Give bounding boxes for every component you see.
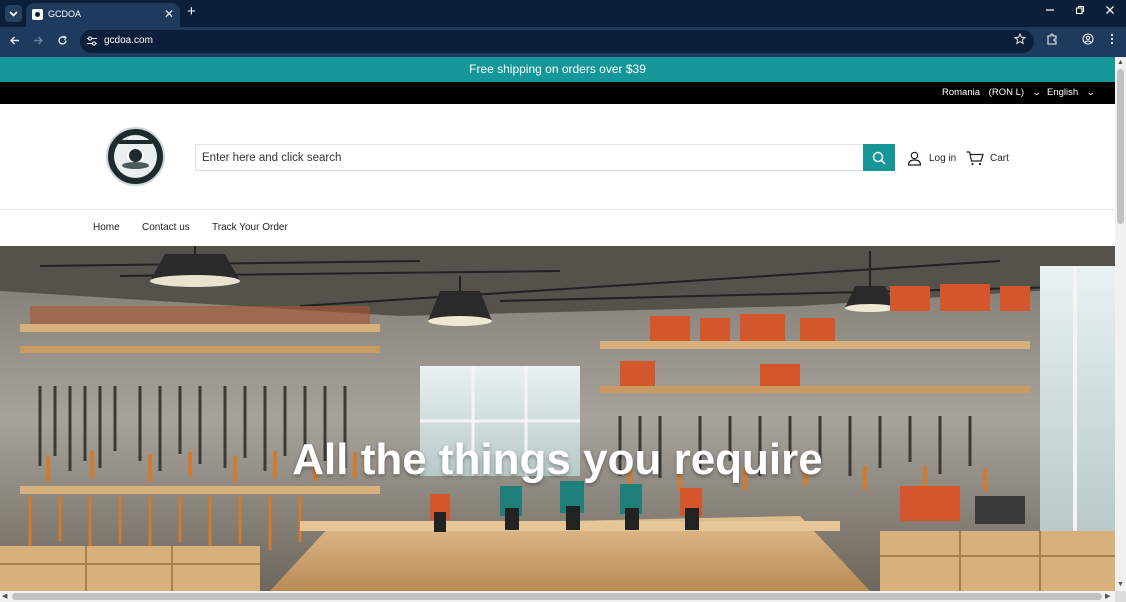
star-icon[interactable]: [1013, 32, 1027, 49]
search-button[interactable]: [863, 144, 895, 171]
chevron-down-icon: [9, 10, 18, 17]
workshop-image: [0, 246, 1115, 591]
reload-button[interactable]: [54, 34, 70, 49]
forward-button[interactable]: [30, 34, 46, 49]
main-menu: Home Contact us Track Your Order: [0, 210, 1115, 246]
utility-bar: Romania (RON L) ⌄ English ⌄: [0, 82, 1115, 104]
login-link[interactable]: Log in: [907, 149, 956, 167]
hero-banner: All the things you require: [0, 246, 1115, 591]
hero-title: All the things you require: [292, 435, 823, 484]
cart-icon: [966, 150, 984, 165]
logo-emblem: [114, 135, 157, 178]
minimize-icon[interactable]: [1040, 4, 1060, 20]
arrow-left-icon: [9, 36, 19, 45]
close-icon[interactable]: [1100, 4, 1120, 20]
country-selector[interactable]: Romania (RON L) ⌄: [942, 87, 1042, 98]
horizontal-scrollbar[interactable]: ◀ ▶: [0, 591, 1115, 602]
menu-item-contact-us[interactable]: Contact us: [142, 222, 190, 233]
scroll-up-icon[interactable]: ▲: [1117, 59, 1124, 67]
currency-label: (RON L): [988, 87, 1025, 98]
language-label: English: [1047, 87, 1079, 98]
country-label: Romania: [942, 87, 981, 98]
store-logo[interactable]: [106, 127, 165, 186]
cart-label: Cart: [990, 152, 1009, 164]
arrow-right-icon: [33, 36, 43, 45]
menu-item-home[interactable]: Home: [93, 222, 120, 233]
user-icon: [907, 151, 922, 166]
site-header: Log in Cart: [0, 104, 1115, 210]
browser-tab-bar: GCDOA ✕ +: [0, 0, 1126, 27]
puzzle-icon[interactable]: [1044, 33, 1060, 49]
tune-icon[interactable]: [86, 35, 98, 47]
back-button[interactable]: [6, 34, 22, 49]
tab-title: GCDOA: [48, 9, 82, 19]
url-text: gcdoa.com: [104, 35, 153, 46]
scroll-right-icon[interactable]: ▶: [1105, 593, 1110, 601]
scroll-left-icon[interactable]: ◀: [2, 593, 7, 601]
vertical-scroll-thumb[interactable]: [1117, 69, 1124, 224]
chevron-down-icon: ⌄: [1031, 87, 1042, 97]
browser-toolbar: gcdoa.com: [0, 27, 1126, 57]
language-selector[interactable]: English ⌄: [1047, 87, 1096, 98]
address-bar[interactable]: gcdoa.com: [80, 30, 1034, 53]
scroll-down-icon[interactable]: ▼: [1117, 581, 1124, 589]
scrollbar-corner: [1115, 591, 1126, 602]
kebab-menu-icon[interactable]: [1104, 33, 1120, 49]
tab-close-icon[interactable]: ✕: [164, 7, 174, 21]
chevron-down-icon: ⌄: [1085, 87, 1096, 97]
favicon-icon: [32, 9, 43, 20]
logo-band: [118, 140, 153, 144]
login-label: Log in: [929, 152, 957, 164]
tab-search-button[interactable]: [5, 5, 22, 22]
menu-item-track-your-order[interactable]: Track Your Order: [212, 222, 288, 233]
reload-icon: [57, 35, 67, 45]
web-page: Free shipping on orders over $39 Romania…: [0, 57, 1115, 591]
restore-icon[interactable]: [1070, 4, 1090, 20]
announcement-bar: Free shipping on orders over $39: [0, 57, 1115, 82]
account-circle-icon[interactable]: [1080, 33, 1096, 49]
vertical-scrollbar[interactable]: ▲ ▼: [1115, 57, 1126, 591]
new-tab-button[interactable]: +: [187, 4, 196, 20]
horizontal-scroll-thumb[interactable]: [12, 593, 1102, 600]
search-bar: [195, 144, 895, 171]
browser-tab[interactable]: GCDOA ✕: [26, 3, 180, 27]
search-icon: [872, 151, 886, 165]
cart-link[interactable]: Cart: [966, 149, 1009, 167]
search-input[interactable]: [196, 145, 863, 170]
leaf-icon: [122, 162, 149, 169]
